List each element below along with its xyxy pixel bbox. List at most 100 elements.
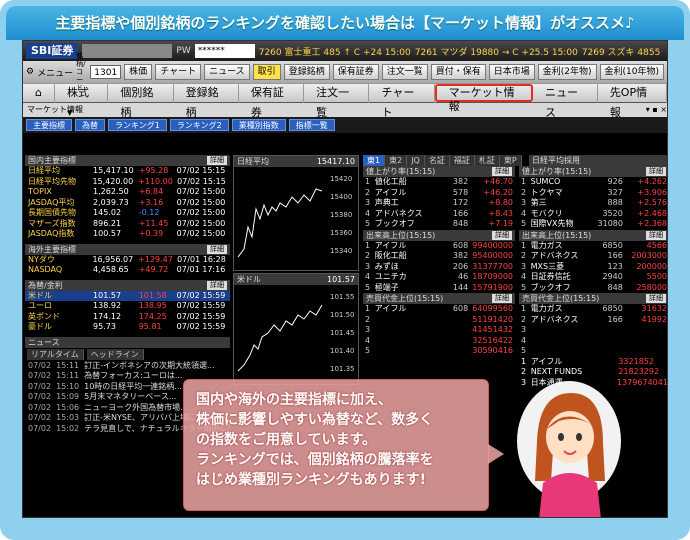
detail-button[interactable]: 詳細 <box>646 294 666 303</box>
ranking-row[interactable]: 1 アイフル 608 64099560 <box>363 304 515 315</box>
ranking-row[interactable]: 3 MXS三菱 123 200000 <box>519 262 667 273</box>
fx-title: 為替/金利 <box>28 280 63 290</box>
quick-1[interactable]: 登録銘柄 <box>283 64 330 80</box>
ranking-row[interactable]: 3 <box>519 325 667 336</box>
ranking-row[interactable]: 1 値化工船 382 +46.70 <box>363 177 515 188</box>
domestic-row[interactable]: TOPIX 1,262.50 +6.84 07/02 15:00 <box>25 187 230 198</box>
ranking-row[interactable]: 4 モバクリ 3520 +2.468 <box>519 209 667 220</box>
fx-row[interactable]: 米ドル 101.57 101.58 07/02 15:59 <box>25 290 230 301</box>
market-tab[interactable]: 名証 <box>424 155 450 166</box>
order-button[interactable]: 取引 <box>252 64 281 80</box>
nikkei-chart[interactable]: 日経平均 15417.10 15420 15400 15380 15360 15340 <box>233 155 359 271</box>
ranking-row[interactable]: 1 電力ガス 6850 31632 <box>519 304 667 315</box>
ranking-row[interactable]: 2 51191420 <box>363 315 515 326</box>
quick-4[interactable]: 買付・保有 <box>430 64 486 80</box>
password-field[interactable]: ****** <box>194 44 255 58</box>
nav-tab-market-info[interactable]: マーケット情報 <box>434 84 534 113</box>
nav-tab-news[interactable]: ニュース <box>533 83 598 119</box>
ranking-row[interactable]: 3 第三 888 +2.576 <box>519 198 667 209</box>
detail-button[interactable]: 詳細 <box>646 167 666 176</box>
nav-tab-holdings[interactable]: 保有証券 <box>239 83 305 119</box>
nav-tab-chart[interactable]: チャート <box>369 83 435 119</box>
ranking-row[interactable]: 5 ブックオフ 848 +7.19 <box>363 219 515 230</box>
fx-row[interactable]: 豪ドル 95.73 95.81 07/02 15:59 <box>25 322 230 333</box>
detail-button[interactable]: 詳細 <box>207 156 227 165</box>
nav-tab-futures[interactable]: 先OP情報 <box>598 83 667 119</box>
market-tab[interactable]: JQ <box>407 155 425 166</box>
ranking-row[interactable]: 2 アドバネクス 166 2003000 <box>519 251 667 262</box>
detail-button[interactable]: 詳細 <box>492 167 512 176</box>
subbtn-rank1[interactable]: ランキング1 <box>108 119 167 131</box>
domestic-row[interactable]: 日経平均先物 15,420.00 +110.00 07/02 15:15 <box>25 177 230 188</box>
overseas-row[interactable]: NYダウ 16,956.07 +129.47 07/01 16:28 <box>25 255 230 266</box>
ranking-row[interactable]: 4 アドバネクス 166 +8.43 <box>363 209 515 220</box>
overseas-row[interactable]: NASDAQ 4,458.65 +49.72 07/01 17:16 <box>25 265 230 276</box>
subbtn-rank2[interactable]: ランキング2 <box>169 119 229 131</box>
news-button[interactable]: ニュース <box>204 64 250 80</box>
news-row[interactable]: 07/02 15:11 訂正-インボネシアの次期大統領選... <box>25 361 230 372</box>
quick-2[interactable]: 保有証券 <box>332 64 379 80</box>
bubble-line: 国内や海外の主要指標に加え、 <box>196 392 392 408</box>
subbtn-list[interactable]: 指標一覧 <box>288 119 335 131</box>
ranking-row[interactable]: 2 阪化工船 382 95400000 <box>363 251 515 262</box>
quick-5[interactable]: 日本市場 <box>488 64 535 80</box>
window-controls[interactable]: ▾ ▪ × <box>646 103 667 117</box>
detail-button[interactable]: 詳細 <box>207 280 227 290</box>
subbtn-sector[interactable]: 業種別指数 <box>231 119 286 131</box>
detail-button[interactable]: 詳細 <box>646 230 666 240</box>
ranking-row[interactable]: 3 41451432 <box>363 325 515 336</box>
domestic-row[interactable]: 日経平均 15,417.10 +95.28 07/02 15:15 <box>25 166 230 177</box>
quick-7[interactable]: 金利(10年物) <box>599 64 664 80</box>
ranking-row[interactable]: 5 <box>519 346 667 357</box>
ranking-row[interactable]: 4 ユニチカ 46 18709000 <box>363 272 515 283</box>
ranking-row[interactable]: 4 日証券信託 2940 5500 <box>519 272 667 283</box>
news-tab-realtime[interactable]: リアルタイム <box>27 348 84 360</box>
menu-button[interactable]: メニュー <box>37 66 73 79</box>
quick-3[interactable]: 注文一覧 <box>381 64 428 80</box>
market-tab[interactable]: 東P <box>499 155 522 166</box>
subbtn-fx[interactable]: 為替 <box>75 119 105 131</box>
nav-tab-stock[interactable]: 個別銘柄 <box>108 83 174 119</box>
ranking-row[interactable]: 5 極端子 144 15791900 <box>363 283 515 294</box>
usd-chart[interactable]: 米ドル 101.57 101.55 101.50 101.45 101.40 101.35 <box>233 273 359 385</box>
ranking-row[interactable]: 3 みずほ 206 31377700 <box>363 262 515 273</box>
ranking-row[interactable]: 5 ブックオフ 848 258000 <box>519 283 667 294</box>
ranking-row[interactable]: 2 トクヤマ 327 +3.906 <box>519 188 667 199</box>
domestic-row[interactable]: 長期国債先物 145.02 -0.12 07/02 15:00 <box>25 208 230 219</box>
detail-button[interactable]: 詳細 <box>492 294 512 303</box>
domestic-row[interactable]: JASDAQ指数 100.57 +0.39 07/02 15:00 <box>25 229 230 240</box>
ranking-row[interactable]: 2 アドバネクス 166 41992 <box>519 315 667 326</box>
ranking-row[interactable]: 4 <box>519 336 667 347</box>
ranking-row[interactable]: 1 SUMCO 926 +4.262 <box>519 177 667 188</box>
news-tab-headline[interactable]: ヘッドライン <box>86 348 144 360</box>
domestic-row[interactable]: マザーズ指数 896.21 +11.45 07/02 15:00 <box>25 219 230 230</box>
market-tab[interactable]: 福証 <box>449 155 475 166</box>
price-button[interactable]: 株価 <box>124 64 153 80</box>
domestic-row[interactable]: JASDAQ平均 2,039.73 +3.16 07/02 15:00 <box>25 198 230 209</box>
ranking-row[interactable]: 3 声典工 172 +8.80 <box>363 198 515 209</box>
menu-icon[interactable]: ⚙ <box>26 67 34 77</box>
bottom-ranking-row[interactable]: 1 アイフル 3321852 <box>519 357 667 368</box>
account-field[interactable] <box>82 44 173 58</box>
ranking-row[interactable]: 5 30590416 <box>363 346 515 357</box>
fx-row[interactable]: 英ポンド 174.12 174.25 07/02 15:59 <box>25 312 230 323</box>
ranking-row[interactable]: 1 電力ガス 6850 4566 <box>519 241 667 252</box>
chart-button[interactable]: チャート <box>155 64 202 80</box>
detail-button[interactable]: 詳細 <box>492 230 512 240</box>
market-tab[interactable]: 東1 <box>363 155 386 166</box>
code-input[interactable]: 1301 <box>90 65 122 79</box>
ranking-row[interactable]: 1 アイフル 608 99400000 <box>363 241 515 252</box>
market-select[interactable]: 株式 ▾ <box>55 83 109 119</box>
market-tab[interactable]: 札証 <box>474 155 500 166</box>
market-tab[interactable]: 東2 <box>385 155 408 166</box>
fx-row[interactable]: ユーロ 138.92 138.95 07/02 15:59 <box>25 301 230 312</box>
nav-tab-watchlist[interactable]: 登録銘柄 <box>174 83 239 119</box>
detail-button[interactable]: 詳細 <box>207 244 227 254</box>
ranking-row[interactable]: 5 国際VX先物 31080 +2.368 <box>519 219 667 230</box>
quick-6[interactable]: 金利(2年物) <box>537 64 597 80</box>
home-icon[interactable]: ⌂ <box>23 83 55 103</box>
nav-tab-orders[interactable]: 注文一覧 <box>304 83 370 119</box>
ranking-row[interactable]: 2 アイフル 578 +46.20 <box>363 188 515 199</box>
ranking-row[interactable]: 4 32516422 <box>363 336 515 347</box>
subbtn-indices[interactable]: 主要指標 <box>26 119 72 131</box>
